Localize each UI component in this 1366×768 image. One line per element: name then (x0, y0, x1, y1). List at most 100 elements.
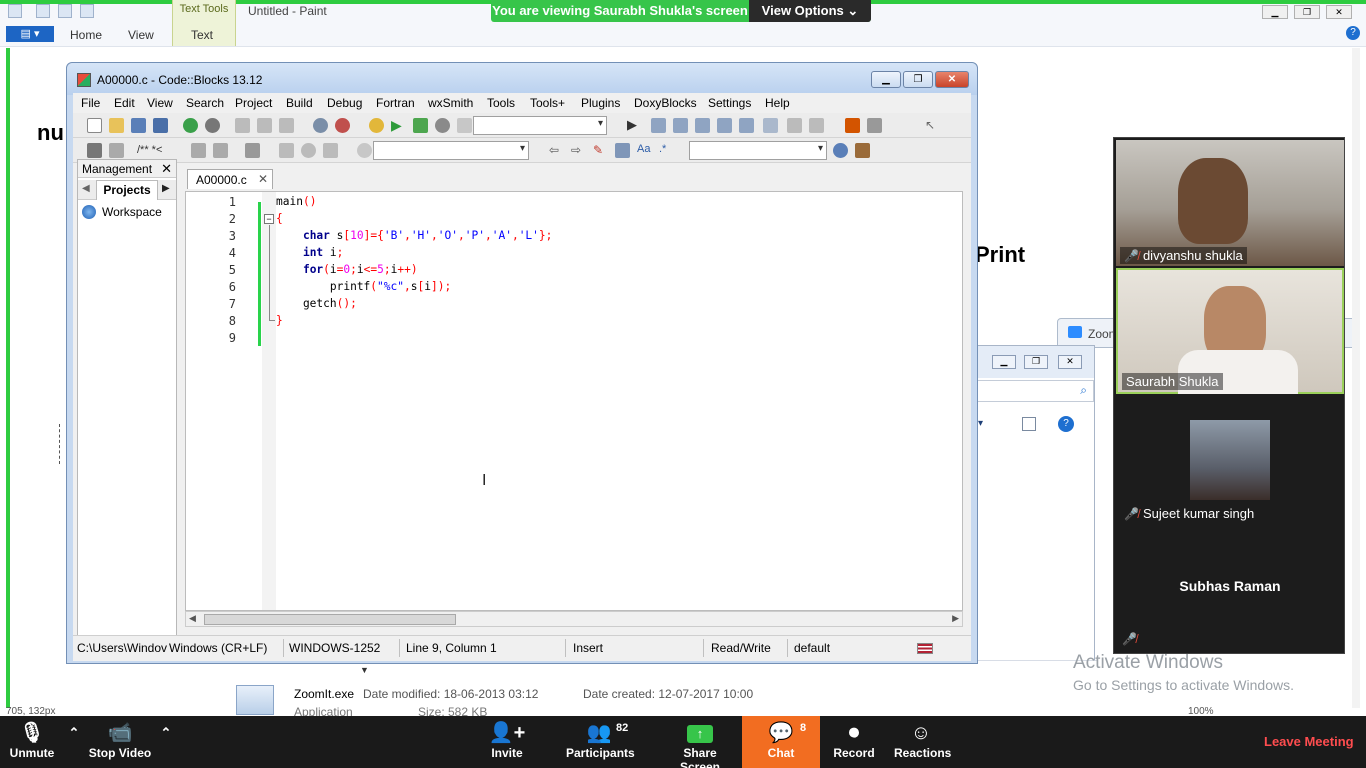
close-icon[interactable]: ✕ (258, 172, 268, 186)
stop-debug-icon[interactable] (809, 118, 824, 133)
participant-tile[interactable]: Subhas Raman 🎤̸ (1116, 526, 1344, 652)
menu-plugins[interactable]: Plugins (581, 96, 620, 110)
maximize-icon[interactable]: ❐ (1024, 355, 1048, 369)
chat-button[interactable]: 💬 Chat (742, 716, 820, 768)
regex-icon[interactable]: .* (659, 143, 674, 158)
tab-projects[interactable]: Projects (96, 180, 158, 200)
run-to-cursor-icon[interactable] (651, 118, 666, 133)
scroll-right-icon[interactable]: ▶ (952, 613, 959, 624)
share-screen-button[interactable]: ↑ Share Screen (664, 716, 736, 768)
stop-video-button[interactable]: 📹 Stop Video (88, 716, 152, 768)
view-options-button[interactable]: View Options ⌄ (749, 0, 871, 22)
horizontal-scrollbar[interactable]: ◀ ▶ (185, 611, 963, 627)
backdrop-scrollbar[interactable] (1352, 48, 1360, 708)
next-line-icon[interactable] (673, 118, 688, 133)
settings-icon[interactable] (855, 143, 870, 158)
undo-icon[interactable] (58, 4, 72, 18)
prev-bookmark-icon[interactable] (279, 143, 294, 158)
leave-meeting-button[interactable]: Leave Meeting (1264, 734, 1354, 749)
paint-file-menu[interactable]: ▤ ▾ (6, 26, 54, 42)
scroll-left-icon[interactable]: ◀ (189, 613, 196, 624)
reactions-button[interactable]: ☺ Reactions (894, 716, 951, 768)
toggle-bookmark-icon[interactable] (301, 143, 316, 158)
minimize-icon[interactable]: ▁ (992, 355, 1016, 369)
undo-icon[interactable] (183, 118, 198, 133)
save-icon[interactable] (131, 118, 146, 133)
debug-continue-icon[interactable]: ▶ (627, 118, 642, 133)
incremental-search-select[interactable] (689, 141, 827, 160)
menu-doxyblocks[interactable]: DoxyBlocks (634, 96, 697, 110)
menu-search[interactable]: Search (186, 96, 224, 110)
redo-icon[interactable] (205, 118, 220, 133)
selection-handle[interactable] (59, 424, 65, 464)
participant-tile[interactable]: 🎤̸ Sujeet kumar singh (1116, 396, 1344, 524)
next-instruction-icon[interactable] (739, 118, 754, 133)
comment-block-icon[interactable]: /** *< (137, 143, 179, 158)
run-icon[interactable]: ▶ (391, 118, 406, 133)
record-button[interactable]: ⏺ Record (832, 716, 876, 768)
menu-file[interactable]: File (81, 96, 100, 110)
build-run-icon[interactable] (413, 118, 428, 133)
view-dropdown-icon[interactable]: ▾ (978, 418, 983, 429)
minimize-button[interactable]: ▁ (871, 71, 901, 88)
invite-button[interactable]: 👤+ Invite (484, 716, 530, 768)
pause-icon[interactable] (787, 118, 802, 133)
maximize-button[interactable]: ❐ (903, 71, 933, 88)
cut-icon[interactable] (235, 118, 250, 133)
scroll-thumb[interactable] (204, 614, 456, 625)
paste-icon[interactable] (279, 118, 294, 133)
step-into-icon[interactable] (695, 118, 710, 133)
menu-debug[interactable]: Debug (327, 96, 362, 110)
menu-edit[interactable]: Edit (114, 96, 135, 110)
tab-home[interactable]: Home (70, 28, 102, 42)
open-icon[interactable] (109, 118, 124, 133)
menu-tools-plus[interactable]: Tools+ (530, 96, 565, 110)
menu-tools[interactable]: Tools (487, 96, 515, 110)
menu-wxsmith[interactable]: wxSmith (428, 96, 473, 110)
forward-icon[interactable]: ⇨ (571, 143, 586, 158)
tab-view[interactable]: View (128, 28, 154, 42)
search-icon[interactable] (833, 143, 848, 158)
help-icon[interactable]: ? (1346, 26, 1360, 40)
minimize-icon[interactable]: ▁ (1262, 5, 1288, 19)
paint-app-icon[interactable] (8, 4, 22, 18)
menu-project[interactable]: Project (235, 96, 272, 110)
save-icon[interactable] (36, 4, 50, 18)
codeblocks-titlebar[interactable]: A00000.c - Code::Blocks 13.12 ▁ ❐ ✕ (67, 63, 977, 95)
pointer-icon[interactable]: ↖ (925, 118, 940, 133)
clear-icon[interactable] (357, 143, 372, 158)
redo-icon[interactable] (80, 4, 94, 18)
participant-tile[interactable]: 🎤̸ divyanshu shukla (1116, 140, 1344, 266)
menu-fortran[interactable]: Fortran (376, 96, 415, 110)
build-icon[interactable] (369, 118, 384, 133)
audio-options-button[interactable]: ⌃ (64, 716, 84, 768)
participant-tile-active[interactable]: Saurabh Shukla (1116, 268, 1344, 394)
abort-icon[interactable] (457, 118, 472, 133)
doxy-run-icon[interactable] (213, 143, 228, 158)
close-icon[interactable]: ✕ (161, 161, 172, 177)
save-all-icon[interactable] (153, 118, 168, 133)
menu-help[interactable]: Help (765, 96, 790, 110)
tab-right-arrow-icon[interactable]: ▶ (162, 183, 170, 194)
step-instruction-icon[interactable] (763, 118, 778, 133)
jump-icon[interactable] (87, 143, 102, 158)
doxy-extract-icon[interactable] (191, 143, 206, 158)
fold-toggle-icon[interactable]: − (264, 214, 274, 224)
menu-view[interactable]: View (147, 96, 173, 110)
close-icon[interactable]: ✕ (1326, 5, 1352, 19)
highlight-icon[interactable]: ✎ (593, 143, 608, 158)
close-icon[interactable]: ✕ (1058, 355, 1082, 369)
preview-pane-icon[interactable] (1022, 417, 1036, 431)
info-icon[interactable] (867, 118, 882, 133)
editor-tab-file[interactable]: A00000.c ✕ (187, 169, 273, 189)
chevron-down-icon[interactable]: ▼ (360, 665, 369, 675)
tab-text[interactable]: Text (191, 28, 213, 42)
find-icon[interactable] (313, 118, 328, 133)
video-options-button[interactable]: ⌃ (156, 716, 176, 768)
explorer-search-input[interactable]: ⌕ (976, 380, 1094, 402)
copy-icon[interactable] (257, 118, 272, 133)
code-completion-select[interactable] (373, 141, 529, 160)
close-button[interactable]: ✕ (935, 71, 969, 88)
explorer-file-row[interactable]: ZoomIt.exe Date modified: 18-06-2013 03:… (212, 660, 1097, 719)
selected-text-icon[interactable] (615, 143, 630, 158)
